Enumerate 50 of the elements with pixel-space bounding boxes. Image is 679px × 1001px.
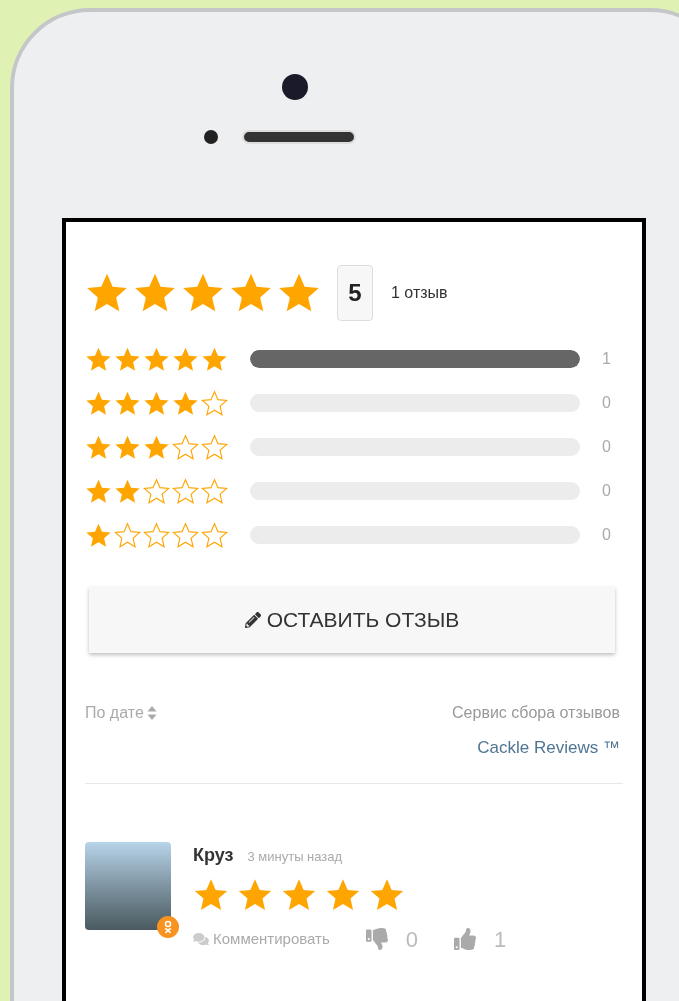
empty-star-icon xyxy=(172,477,199,505)
empty-star-icon xyxy=(201,521,228,549)
filled-star-icon xyxy=(114,389,141,417)
filled-star-icon xyxy=(201,345,228,373)
write-review-button[interactable]: ОСТАВИТЬ ОТЗЫВ xyxy=(89,587,615,653)
comment-link[interactable]: Комментировать xyxy=(193,927,330,951)
empty-star-icon xyxy=(201,477,228,505)
filled-star-icon xyxy=(114,477,141,505)
filled-star-icon xyxy=(114,345,141,373)
empty-star-icon xyxy=(201,433,228,461)
empty-star-icon xyxy=(172,433,199,461)
empty-star-icon xyxy=(201,389,228,417)
filled-star-icon xyxy=(143,389,170,417)
cackle-reviews-link[interactable]: Cackle Reviews ™ xyxy=(477,735,620,761)
service-label: Сервис сбора отзывов xyxy=(452,703,620,723)
empty-star-icon xyxy=(143,477,170,505)
review-time: 3 минуты назад xyxy=(247,847,343,866)
thumbs-down-icon xyxy=(365,928,388,950)
score-badge: 5 xyxy=(337,265,373,321)
social-badge-icon xyxy=(157,915,179,938)
dislike-button[interactable]: 0 xyxy=(365,922,418,956)
rating-count: 1 xyxy=(602,349,611,369)
sensor-icon xyxy=(204,130,218,144)
sort-by-date-button[interactable]: По дате xyxy=(85,701,157,725)
filled-star-icon xyxy=(85,433,112,461)
filled-star-icon xyxy=(143,345,170,373)
review-count: 1 отзыв xyxy=(391,283,448,303)
rating-count: 0 xyxy=(602,393,611,413)
author-name: Круз xyxy=(193,843,234,867)
empty-star-icon xyxy=(143,521,170,549)
filled-star-icon xyxy=(85,389,112,417)
speaker-icon xyxy=(242,130,356,144)
like-button[interactable]: 1 xyxy=(454,922,507,956)
empty-star-icon xyxy=(114,521,141,549)
filled-star-icon xyxy=(143,433,170,461)
comments-icon xyxy=(193,932,209,946)
empty-star-icon xyxy=(172,521,199,549)
filled-star-icon xyxy=(114,433,141,461)
thumbs-up-icon xyxy=(454,928,476,950)
filled-star-icon xyxy=(85,521,112,549)
rating-count: 0 xyxy=(602,481,611,501)
filled-star-icon xyxy=(85,345,112,373)
filled-star-icon xyxy=(172,389,199,417)
filled-star-icon xyxy=(85,477,112,505)
sort-icon xyxy=(146,705,157,721)
pencil-icon xyxy=(244,612,261,628)
filled-star-icon xyxy=(172,345,199,373)
camera-icon xyxy=(282,74,308,100)
rating-count: 0 xyxy=(602,437,611,457)
rating-count: 0 xyxy=(602,525,611,545)
